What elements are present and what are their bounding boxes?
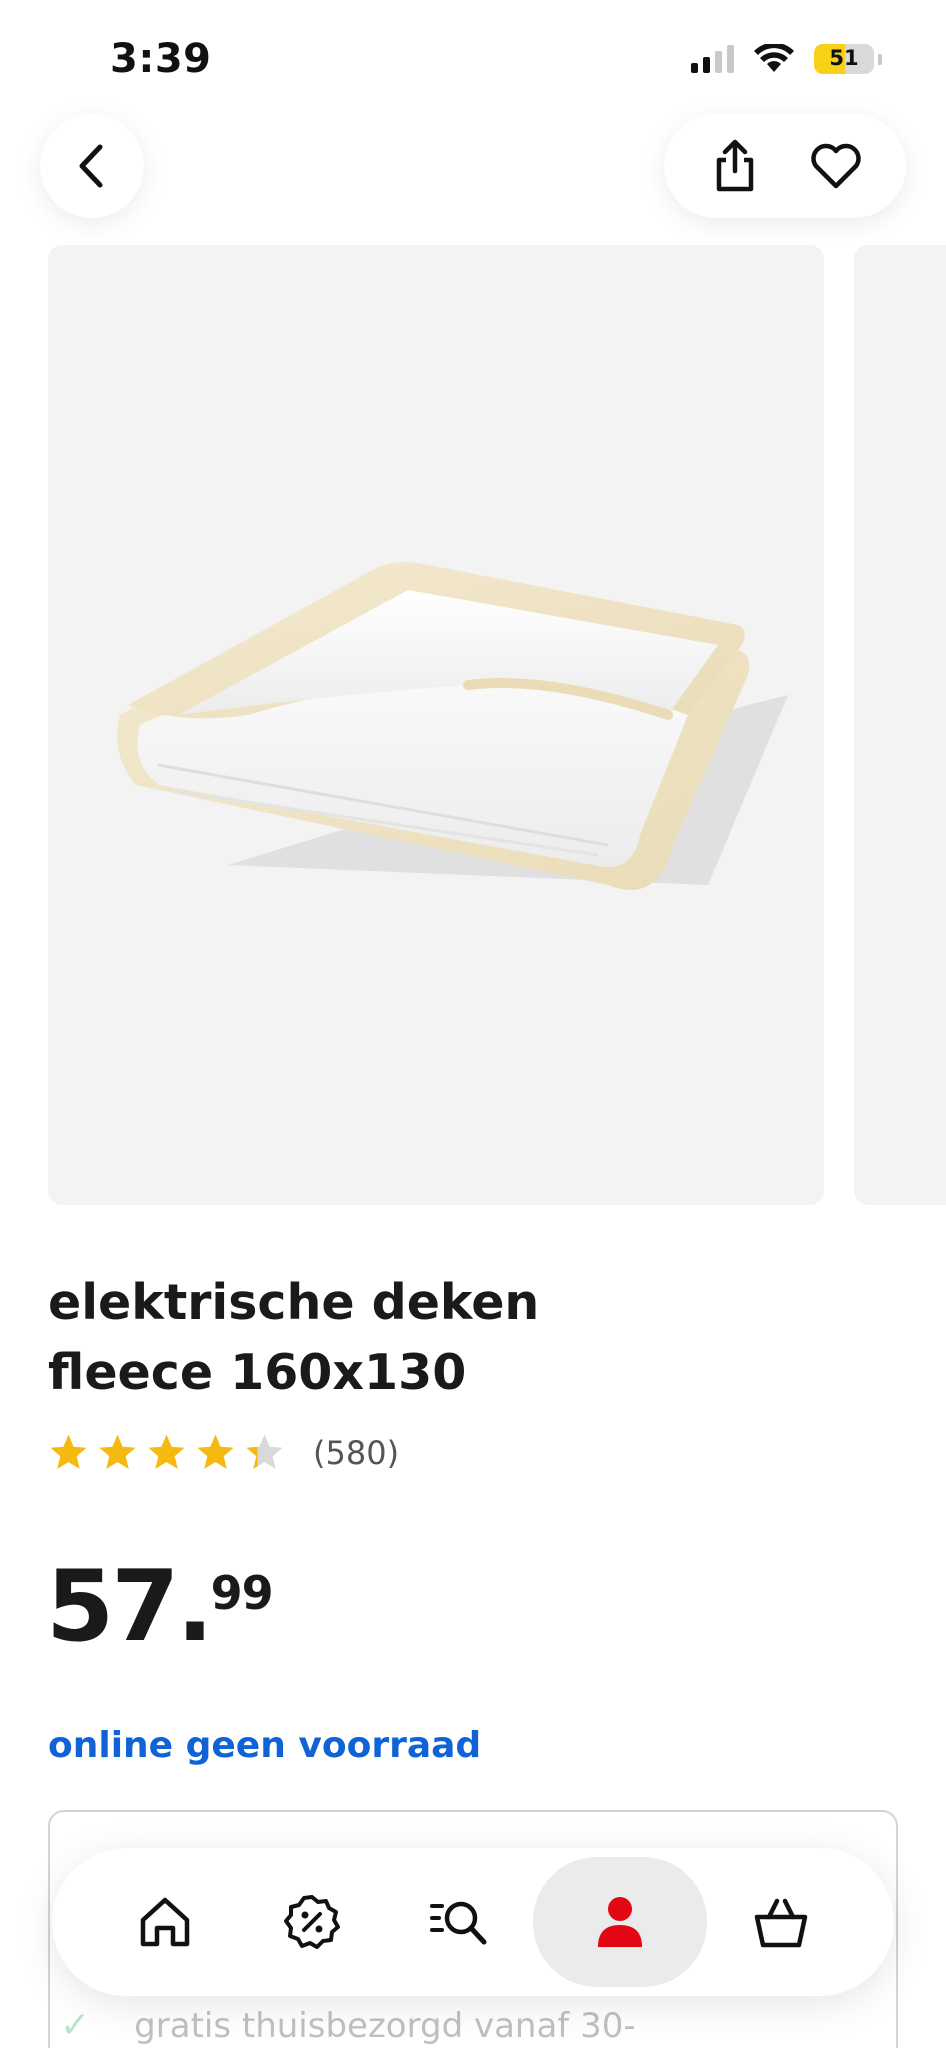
- product-title-line-1: elektrische deken: [48, 1274, 540, 1331]
- battery-icon: 51: [814, 44, 874, 74]
- stock-status[interactable]: online geen voorraad: [48, 1725, 481, 1766]
- star-icon: [50, 1434, 87, 1469]
- favorite-button[interactable]: [806, 136, 866, 196]
- blanket-image: [117, 562, 788, 890]
- nav-deals[interactable]: [239, 1857, 386, 1987]
- nav-search[interactable]: [386, 1857, 533, 1987]
- rating-stars: [48, 1432, 285, 1473]
- price-whole: 57.: [46, 1550, 214, 1664]
- star-icon: [99, 1434, 136, 1469]
- product-rating[interactable]: (580): [48, 1432, 399, 1473]
- product-image[interactable]: [48, 245, 824, 1205]
- home-icon: [141, 1897, 190, 1947]
- status-time: 3:39: [110, 36, 212, 82]
- delivery-text: gratis thuisbezorgd vanaf 30-: [134, 2005, 636, 2046]
- share-button[interactable]: [705, 136, 765, 196]
- product-title: elektrische deken fleece 160x130: [48, 1268, 808, 1408]
- star-icon: [197, 1434, 234, 1469]
- star-icon: [148, 1434, 185, 1469]
- basket-icon: [754, 1898, 807, 1948]
- review-count: (580): [313, 1433, 400, 1472]
- product-image-gallery[interactable]: [0, 245, 946, 1205]
- chevron-left-icon: [79, 144, 103, 188]
- delivery-line: ✓ gratis thuisbezorgd vanaf 30-: [60, 2005, 636, 2046]
- product-title-line-2: fleece 160x130: [48, 1344, 467, 1401]
- back-button[interactable]: [40, 114, 144, 218]
- search-list-icon: [430, 1901, 487, 1945]
- share-icon: [716, 139, 753, 192]
- user-icon: [597, 1897, 642, 1947]
- battery-level: 51: [829, 46, 859, 70]
- cellular-signal-icon: [691, 45, 734, 73]
- status-icons: 51: [691, 44, 882, 74]
- nav-account[interactable]: [532, 1857, 708, 1987]
- nav-home[interactable]: [92, 1857, 239, 1987]
- product-price: 57. 99: [46, 1550, 274, 1664]
- bottom-navigation: [52, 1848, 894, 1996]
- battery-tip: [878, 53, 882, 65]
- check-icon: ✓: [60, 2005, 91, 2046]
- star-icon: [246, 1434, 283, 1469]
- top-actions: [664, 114, 906, 218]
- status-bar: 3:39 51: [0, 0, 946, 120]
- nav-cart[interactable]: [707, 1857, 854, 1987]
- discount-badge-icon: [284, 1895, 341, 1949]
- next-product-image[interactable]: [854, 245, 946, 1205]
- wifi-icon: [754, 44, 794, 72]
- heart-icon: [810, 143, 861, 189]
- price-decimal: 99: [210, 1566, 274, 1620]
